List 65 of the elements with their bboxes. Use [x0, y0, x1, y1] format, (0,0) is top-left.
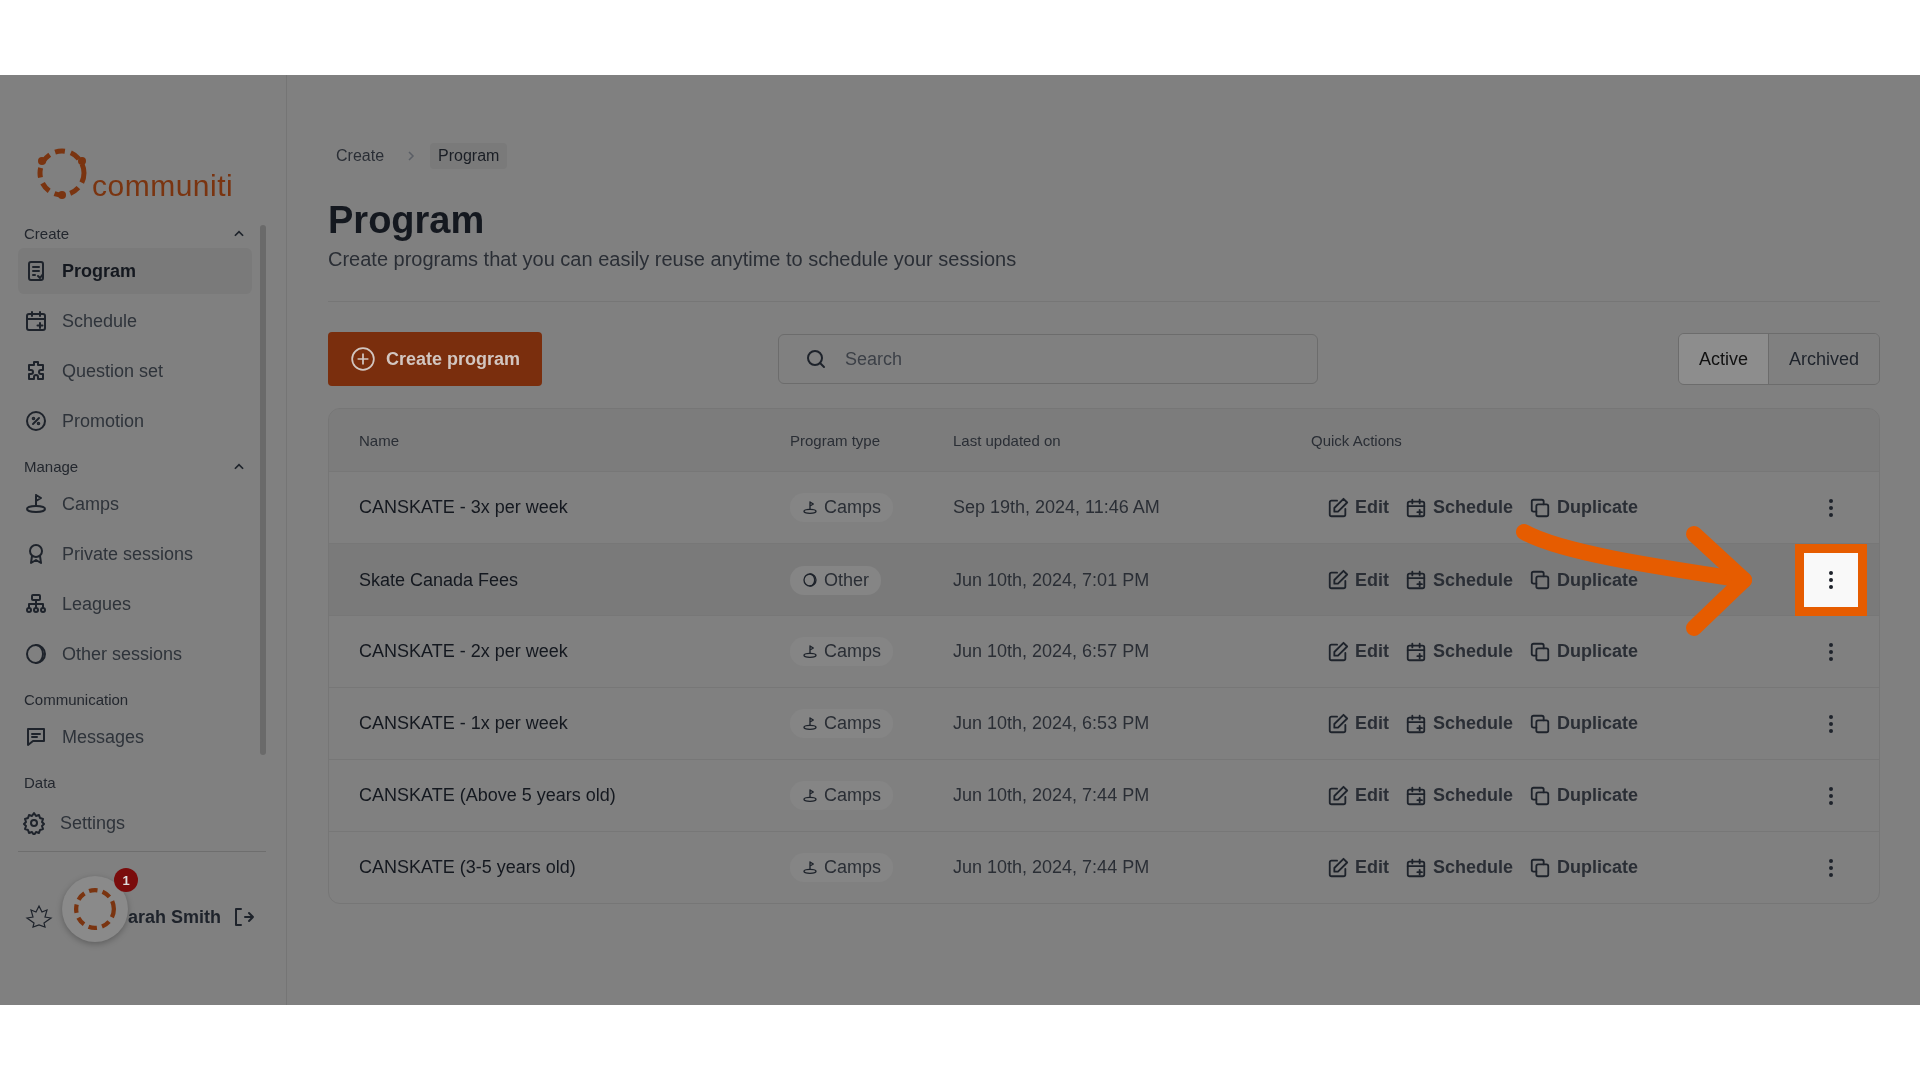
program-type-tag: Camps [790, 709, 893, 738]
quick-action-link[interactable]: Edit [1327, 784, 1389, 807]
quick-action-link[interactable]: Duplicate [1529, 784, 1639, 807]
quick-action-link[interactable]: Duplicate [1529, 640, 1639, 663]
quick-action-link[interactable]: Schedule [1405, 856, 1514, 879]
quick-action-link[interactable]: Edit [1327, 856, 1389, 879]
quick-action-link[interactable]: Duplicate [1529, 569, 1639, 591]
search-field[interactable]: Search [778, 334, 1319, 384]
filter-tab[interactable]: Active [1678, 334, 1768, 384]
program-name: CANSKATE - 1x per week [359, 713, 569, 734]
quick-action-link[interactable]: Edit [1327, 569, 1389, 591]
updated-date: Jun 10th, 2024, 7:01 PM [953, 569, 1151, 591]
create-program-button[interactable]: Create program [328, 332, 543, 386]
program-name: CANSKATE (Above 5 years old) [359, 785, 617, 806]
section-label: Communication [24, 691, 129, 708]
quick-action-link[interactable]: Edit [1327, 640, 1389, 663]
user-name: arah Smith [128, 906, 222, 928]
updated-date: Sep 19th, 2024, 11:46 AM [953, 497, 1161, 518]
updated-date: Jun 10th, 2024, 7:44 PM [953, 857, 1151, 878]
quick-action-link[interactable]: Edit [1327, 496, 1389, 519]
section-label: Manage [24, 458, 79, 475]
notification-badge: 1 [114, 868, 138, 892]
filter-tab[interactable]: Archived [1767, 334, 1879, 384]
page-subtitle: Create programs that you can easily reuse anytime to schedule your sessions [328, 248, 1018, 271]
nav-item[interactable]: Other sessions [18, 631, 252, 677]
program-type-tag: Camps [790, 853, 893, 882]
quick-action-link[interactable]: Schedule [1405, 569, 1514, 591]
nav-item[interactable]: Schedule [18, 298, 252, 344]
program-type-tag: Other [790, 565, 882, 595]
column-header: Name [359, 431, 400, 449]
nav-item[interactable]: Program [18, 248, 252, 294]
program-name: Skate Canada Fees [359, 569, 520, 591]
breadcrumb-link[interactable]: Create [328, 143, 393, 169]
nav-item[interactable]: Private sessions [18, 531, 252, 577]
quick-action-link[interactable]: Duplicate [1529, 496, 1639, 519]
column-header: Last updated on [953, 431, 1062, 449]
settings-item[interactable]: Settings [18, 801, 266, 845]
updated-date: Jun 10th, 2024, 7:44 PM [953, 785, 1151, 806]
quick-action-link[interactable]: Duplicate [1529, 856, 1639, 879]
brand-name: communiti [92, 171, 234, 201]
section-label: Data [24, 774, 56, 791]
page-title: Program [328, 199, 486, 242]
column-header: Quick Actions [1311, 431, 1403, 449]
nav-item[interactable]: Messages [18, 714, 252, 760]
program-type-tag: Camps [790, 637, 893, 666]
quick-action-link[interactable]: Schedule [1405, 496, 1514, 519]
program-name: CANSKATE (3-5 years old) [359, 857, 577, 878]
section-label: Create [24, 225, 70, 242]
quick-action-link[interactable]: Edit [1327, 712, 1389, 735]
updated-date: Jun 10th, 2024, 6:57 PM [953, 641, 1151, 662]
breadcrumb-link[interactable]: Program [430, 143, 508, 169]
nav-item[interactable]: Question set [18, 348, 252, 394]
quick-action-link[interactable]: Schedule [1405, 640, 1514, 663]
nav-item[interactable]: Camps [18, 481, 252, 527]
program-name: CANSKATE - 3x per week [359, 497, 569, 518]
quick-action-link[interactable]: Duplicate [1529, 712, 1639, 735]
nav-item[interactable]: Leagues [18, 581, 252, 627]
quick-action-link[interactable]: Schedule [1405, 784, 1514, 807]
quick-action-link[interactable]: Schedule [1405, 712, 1514, 735]
program-type-tag: Camps [790, 493, 893, 522]
nav-item[interactable]: Promotion [18, 398, 252, 444]
updated-date: Jun 10th, 2024, 6:53 PM [953, 713, 1151, 734]
column-header: Program type [790, 431, 882, 449]
program-type-tag: Camps [790, 781, 893, 810]
program-name: CANSKATE - 2x per week [359, 641, 569, 662]
